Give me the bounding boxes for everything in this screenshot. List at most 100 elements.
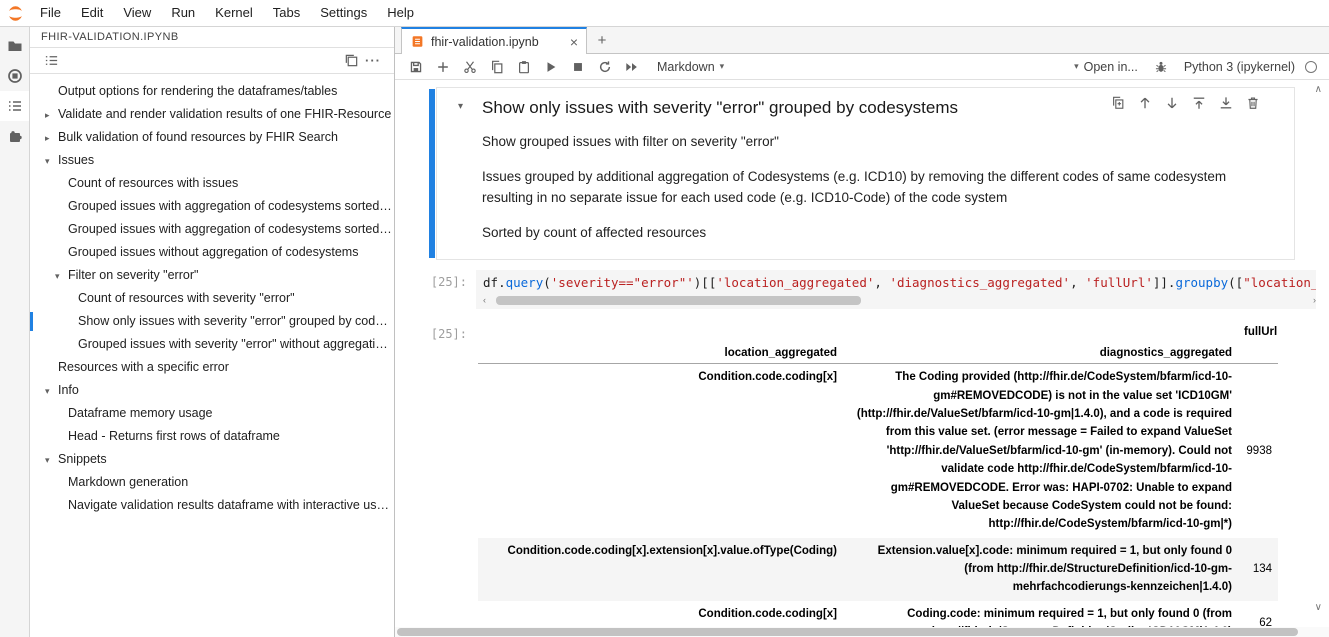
cell-diagnostics-aggregated: The Coding provided (http://fhir.de/Code… bbox=[843, 364, 1238, 538]
cell-type-dropdown[interactable]: Markdown ▾ bbox=[657, 60, 724, 74]
chevron-down-icon[interactable]: ▾ bbox=[45, 449, 58, 471]
menu-tabs[interactable]: Tabs bbox=[263, 0, 310, 26]
toc-item[interactable]: ▸Bulk validation of found resources by F… bbox=[30, 126, 394, 149]
activity-bar bbox=[0, 27, 30, 637]
toc-item-label: Filter on severity "error" bbox=[68, 268, 198, 282]
toc-item[interactable]: Grouped issues without aggregation of co… bbox=[30, 241, 394, 264]
toc-item[interactable]: ▾Filter on severity "error" bbox=[30, 264, 394, 287]
insert-below-icon[interactable] bbox=[1218, 95, 1233, 110]
code-cell[interactable]: [25]: df.query('severity=="error"')[['lo… bbox=[395, 270, 1329, 309]
scroll-right-icon[interactable]: › bbox=[1306, 293, 1316, 307]
toc-item[interactable]: Show only issues with severity "error" g… bbox=[30, 310, 394, 333]
tab-fhir-validation[interactable]: fhir-validation.ipynb × bbox=[401, 27, 587, 54]
move-up-icon[interactable] bbox=[1137, 95, 1152, 110]
toc-item[interactable]: ▾Issues bbox=[30, 149, 394, 172]
markdown-cell[interactable]: ▾ Show only issues with severity "error"… bbox=[429, 87, 1329, 260]
running-kernels-icon[interactable] bbox=[0, 61, 29, 91]
toc-item[interactable]: Resources with a specific error bbox=[30, 356, 394, 379]
extension-manager-icon[interactable] bbox=[0, 121, 29, 151]
tab-bar: fhir-validation.ipynb × + bbox=[395, 27, 1329, 54]
cell-location-aggregated: Condition.code.coding[x] bbox=[478, 364, 843, 538]
tab-close-icon[interactable]: × bbox=[570, 35, 578, 49]
ellipsis-icon[interactable]: ··· bbox=[362, 50, 384, 72]
editor-hscrollbar[interactable]: ‹ › bbox=[483, 293, 1316, 307]
insert-above-icon[interactable] bbox=[1191, 95, 1206, 110]
menu-settings[interactable]: Settings bbox=[310, 0, 377, 26]
toc-item[interactable]: ▾Snippets bbox=[30, 448, 394, 471]
delete-cell-icon[interactable] bbox=[1245, 95, 1260, 110]
cell-location-aggregated: Condition.code.coding[x] bbox=[478, 601, 843, 627]
table-row: Condition.code.coding[x]Coding.code: min… bbox=[478, 601, 1278, 627]
notebook-toolbar: Markdown ▾ ▾ Open in... Python 3 (ipyker… bbox=[395, 54, 1329, 80]
run-icon[interactable] bbox=[543, 58, 559, 76]
active-cell-indicator bbox=[429, 89, 435, 258]
toc-item[interactable]: Navigate validation results dataframe wi… bbox=[30, 494, 394, 517]
cut-cell-icon[interactable] bbox=[462, 58, 478, 76]
main-hscroll-thumb[interactable] bbox=[397, 628, 1298, 636]
copy-cell-icon[interactable] bbox=[489, 58, 505, 76]
stop-icon[interactable] bbox=[570, 58, 586, 76]
toc-item[interactable]: Output options for rendering the datafra… bbox=[30, 80, 394, 103]
chevron-down-icon: ▾ bbox=[720, 61, 725, 72]
toc-item[interactable]: Grouped issues with severity "error" wit… bbox=[30, 333, 394, 356]
cell-toolbar bbox=[1110, 95, 1260, 110]
chevron-down-icon[interactable]: ▾ bbox=[55, 265, 68, 287]
chevron-down-icon: ▾ bbox=[1074, 61, 1079, 72]
toc-item[interactable]: Grouped issues with aggregation of codes… bbox=[30, 218, 394, 241]
main-hscrollbar[interactable] bbox=[395, 627, 1329, 637]
toc-sidebar: FHIR-VALIDATION.IPYNB ··· Output options… bbox=[30, 27, 395, 637]
menu-kernel[interactable]: Kernel bbox=[205, 0, 263, 26]
heading-collapser-icon[interactable]: ▾ bbox=[458, 101, 463, 112]
scroll-down-icon[interactable]: ∨ bbox=[1315, 602, 1322, 613]
toc-item[interactable]: Dataframe memory usage bbox=[30, 402, 394, 425]
restart-kernel-icon[interactable] bbox=[597, 58, 613, 76]
code-editor[interactable]: df.query('severity=="error"')[['location… bbox=[476, 270, 1316, 309]
paste-cell-icon[interactable] bbox=[516, 58, 532, 76]
run-all-icon[interactable] bbox=[624, 58, 640, 76]
toc-item[interactable]: ▾Info bbox=[30, 379, 394, 402]
toc-item-label: Output options for rendering the datafra… bbox=[58, 84, 337, 98]
duplicate-cell-icon[interactable] bbox=[1110, 95, 1125, 110]
sidebar-panel-title: FHIR-VALIDATION.IPYNB bbox=[30, 27, 394, 48]
toc-item[interactable]: ▸Validate and render validation results … bbox=[30, 103, 394, 126]
hscroll-thumb[interactable] bbox=[496, 296, 861, 305]
kernel-status-icon[interactable] bbox=[1305, 61, 1317, 73]
chevron-right-icon[interactable]: ▸ bbox=[45, 104, 58, 126]
chevron-right-icon[interactable]: ▸ bbox=[45, 127, 58, 149]
markdown-paragraph: Show grouped issues with filter on sever… bbox=[482, 131, 1246, 153]
toc-item[interactable]: Grouped issues with aggregation of codes… bbox=[30, 195, 394, 218]
file-browser-icon[interactable] bbox=[0, 31, 29, 61]
open-in-dropdown[interactable]: ▾ Open in... bbox=[1074, 60, 1138, 74]
move-down-icon[interactable] bbox=[1164, 95, 1179, 110]
toc-item[interactable]: Count of resources with issues bbox=[30, 172, 394, 195]
menu-run[interactable]: Run bbox=[161, 0, 205, 26]
add-cell-icon[interactable] bbox=[435, 58, 451, 76]
toc-item[interactable]: Head - Returns first rows of dataframe bbox=[30, 425, 394, 448]
toc-item-label: Head - Returns first rows of dataframe bbox=[68, 429, 280, 443]
cell-diagnostics-aggregated: Coding.code: minimum required = 1, but o… bbox=[843, 601, 1238, 627]
toc-item-label: Grouped issues without aggregation of co… bbox=[68, 245, 358, 259]
menu-file[interactable]: File bbox=[30, 0, 71, 26]
chevron-down-icon[interactable]: ▾ bbox=[45, 380, 58, 402]
debugger-bug-icon[interactable] bbox=[1154, 60, 1168, 74]
scroll-left-icon[interactable]: ‹ bbox=[483, 293, 493, 307]
cell-diagnostics-aggregated: Extension.value[x].code: minimum require… bbox=[843, 538, 1238, 601]
collapse-all-icon[interactable] bbox=[340, 50, 362, 72]
toc-item[interactable]: Markdown generation bbox=[30, 471, 394, 494]
new-tab-button[interactable]: + bbox=[587, 27, 617, 53]
toc-item-label: Bulk validation of found resources by FH… bbox=[58, 130, 338, 144]
toc-item[interactable]: Count of resources with severity "error" bbox=[30, 287, 394, 310]
numbered-list-icon[interactable] bbox=[40, 50, 62, 72]
menu-help[interactable]: Help bbox=[377, 0, 424, 26]
menu-view[interactable]: View bbox=[113, 0, 161, 26]
save-icon[interactable] bbox=[408, 58, 424, 76]
cell-fullurl-count: 62 bbox=[1238, 601, 1278, 627]
index-header-diagnostics: diagnostics_aggregated bbox=[843, 343, 1238, 364]
kernel-name[interactable]: Python 3 (ipykernel) bbox=[1184, 60, 1295, 74]
toc-item-label: Count of resources with severity "error" bbox=[78, 291, 295, 305]
input-prompt: [25]: bbox=[395, 270, 476, 309]
menu-edit[interactable]: Edit bbox=[71, 0, 113, 26]
chevron-down-icon[interactable]: ▾ bbox=[45, 150, 58, 172]
toc-item-label: Markdown generation bbox=[68, 475, 188, 489]
table-of-contents-icon[interactable] bbox=[0, 91, 29, 121]
